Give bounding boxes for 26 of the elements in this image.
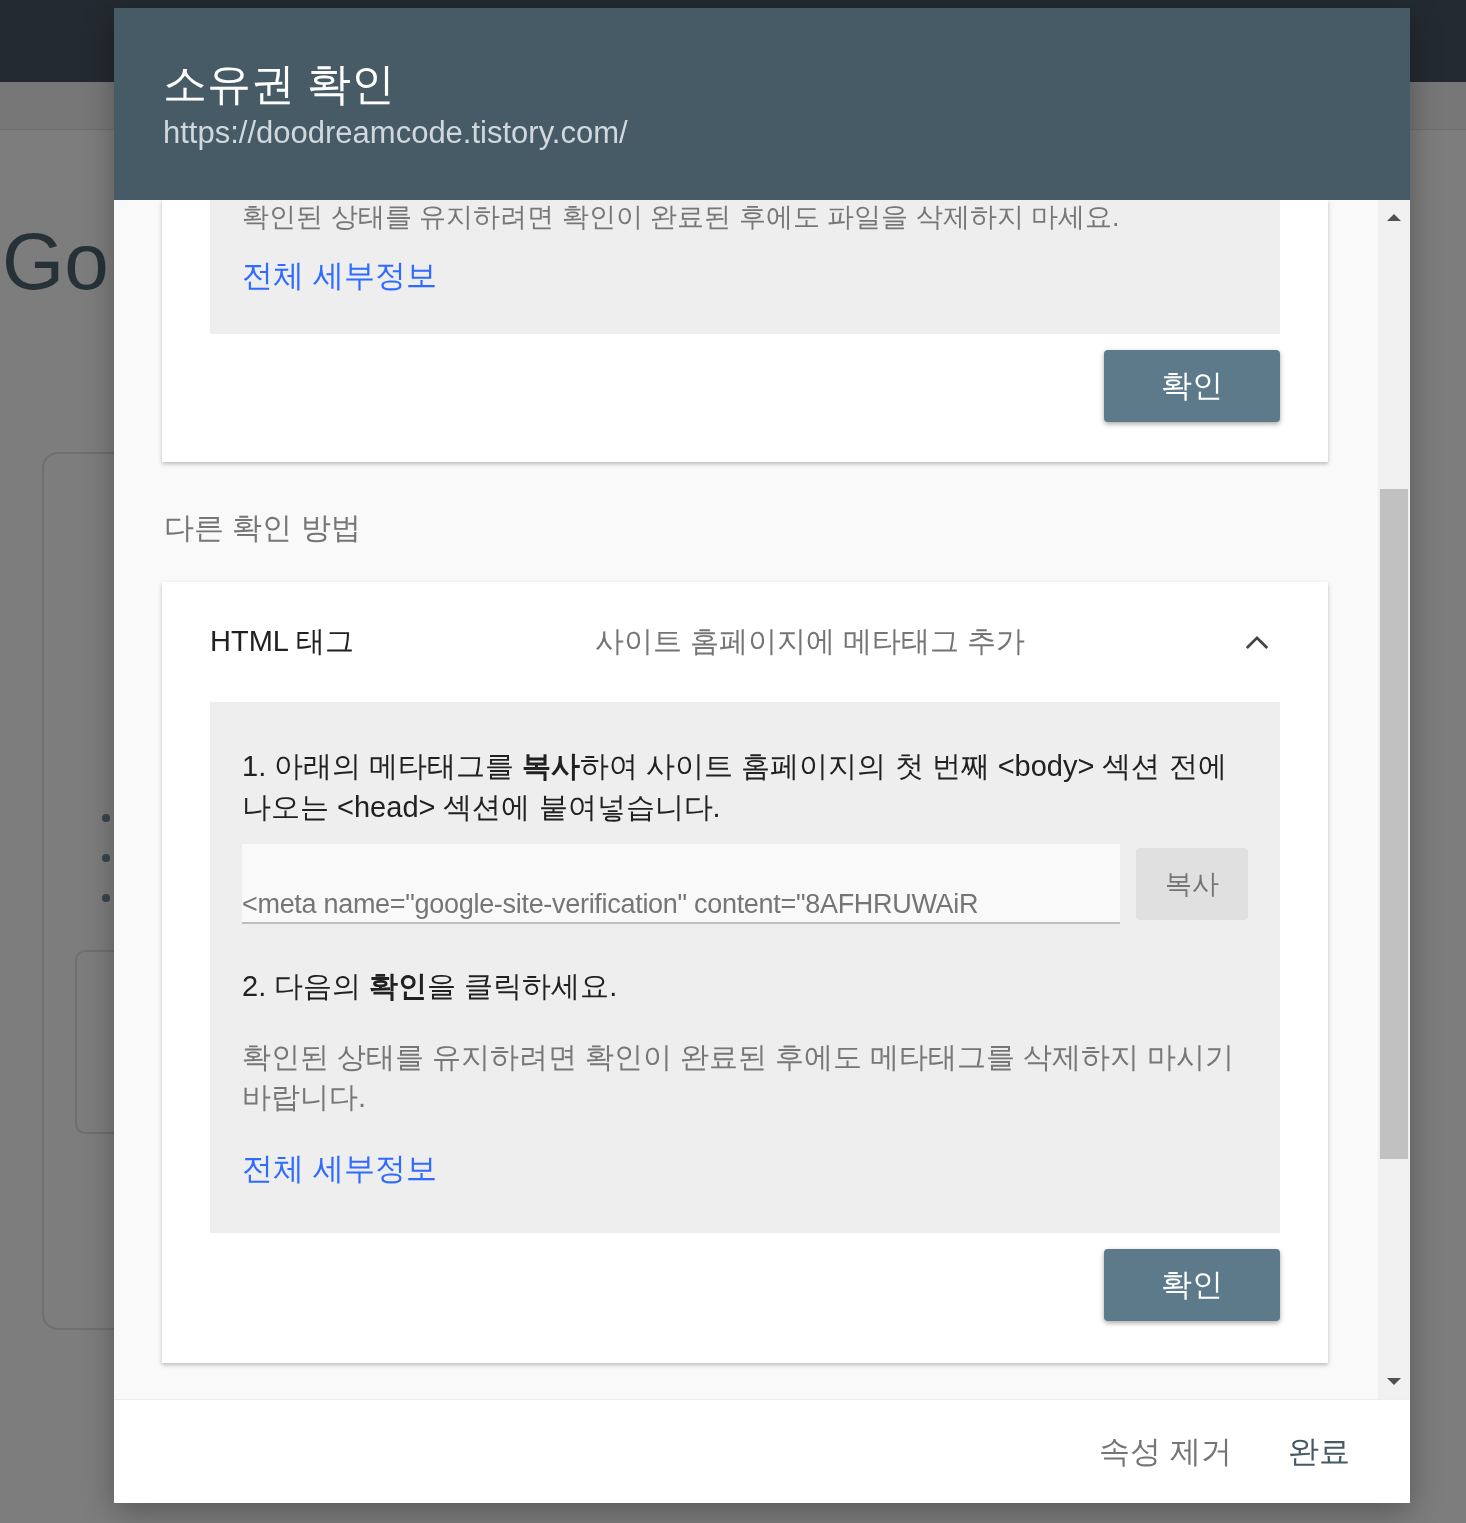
method-description: 사이트 홈페이지에 메타태그 추가 bbox=[595, 624, 1027, 659]
details-link[interactable]: 전체 세부정보 bbox=[242, 1149, 437, 1189]
bullet-icon bbox=[102, 894, 110, 902]
site-url: https://doodreamcode.tistory.com/ bbox=[163, 114, 629, 152]
step-text: 1. 아래의 메타태그를 복사하여 사이트 홈페이지의 첫 번째 <body> 섹션 전에 나오는 <head> 섹션에 붙여넣습니다. bbox=[242, 749, 1228, 825]
logo-text: Go bbox=[2, 216, 109, 308]
method-name: HTML 태그 bbox=[210, 624, 355, 659]
details-link[interactable]: 전체 세부정보 bbox=[242, 256, 437, 296]
dialog-button[interactable]: 완료 bbox=[1278, 1422, 1360, 1481]
section-heading: 다른 확인 방법 bbox=[163, 510, 362, 546]
scrollbar-thumb[interactable] bbox=[1380, 489, 1408, 1159]
dialog-button[interactable]: 속성 제거 bbox=[1089, 1422, 1242, 1481]
code-field[interactable]: <meta name="google-site-verification" content="8AFHRUWAiR bbox=[242, 844, 1120, 924]
scroll-down-icon[interactable] bbox=[1386, 1377, 1402, 1387]
bullet-icon bbox=[102, 854, 110, 862]
bullet-icon bbox=[102, 814, 110, 822]
scrollbar[interactable] bbox=[1378, 200, 1410, 1399]
step-text: 2. 다음의 확인을 클릭하세요. bbox=[242, 969, 619, 1004]
copy-button[interactable]: 복사 bbox=[1136, 848, 1248, 920]
dialog-title: 소유권 확인 bbox=[163, 58, 397, 110]
verify-button[interactable]: 확인 bbox=[1104, 350, 1280, 422]
scroll-up-icon[interactable] bbox=[1386, 212, 1402, 222]
verify-button[interactable]: 확인 bbox=[1104, 1249, 1280, 1321]
note-text: 확인된 상태를 유지하려면 확인이 완료된 후에도 파일을 삭제하지 마세요. bbox=[242, 201, 1121, 234]
note-text: 확인된 상태를 유지하려면 확인이 완료된 후에도 메타태그를 삭제하지 마시기 바랍니다. bbox=[242, 1040, 1236, 1115]
chevron-icon[interactable] bbox=[1244, 633, 1270, 651]
